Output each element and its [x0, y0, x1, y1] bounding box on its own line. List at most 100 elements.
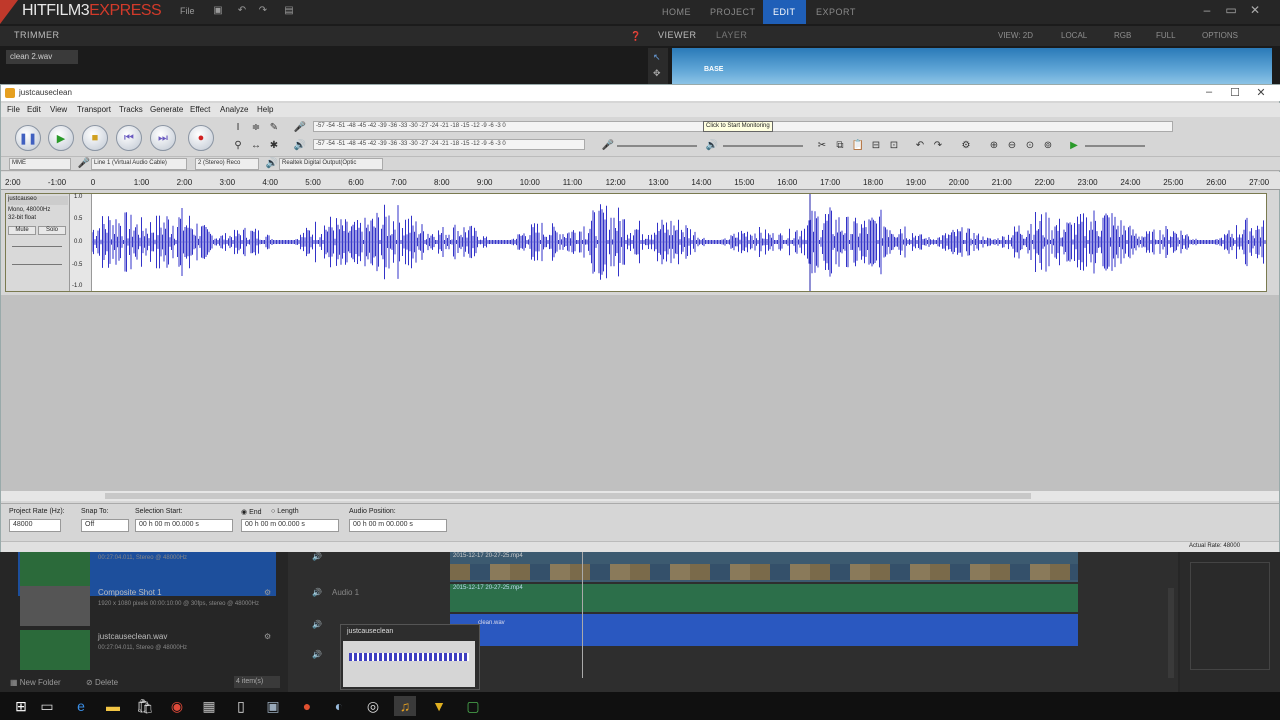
pan-slider[interactable] [12, 264, 62, 265]
host-select[interactable]: MME [9, 158, 71, 170]
app-icon[interactable]: ▣ [262, 696, 284, 716]
silence-icon[interactable]: ⊡ [887, 139, 901, 153]
file-explorer-icon[interactable]: ▬ [102, 696, 124, 716]
close-icon[interactable]: ✕ [1249, 86, 1273, 100]
recording-channels-select[interactable]: 2 (Stereo) Reco [195, 158, 259, 170]
close-icon[interactable]: ✕ [1246, 3, 1264, 19]
snap-to-select[interactable]: Off [81, 519, 129, 532]
selection-tool-icon[interactable]: I [231, 121, 245, 135]
tab-trimmer[interactable]: TRIMMER [14, 30, 60, 40]
settings-icon[interactable]: ⚙ [264, 632, 271, 641]
nav-home[interactable]: HOME [652, 0, 701, 24]
delete-button[interactable]: ⊘ Delete [86, 678, 118, 687]
tab-layer[interactable]: LAYER [716, 30, 747, 40]
playback-volume-slider[interactable] [723, 145, 803, 147]
menu-analyze[interactable]: Analyze [220, 105, 248, 114]
solo-button[interactable]: Solo [38, 226, 66, 235]
nav-edit[interactable]: EDIT [763, 0, 806, 24]
cut-icon[interactable]: ✂ [815, 139, 829, 153]
channel-select[interactable]: RGB [1114, 31, 1131, 40]
project-rate-select[interactable]: 48000 [9, 519, 61, 532]
media-item[interactable]: justcauseclean.wav 00:27:04.011, Stereo … [18, 628, 276, 672]
play-button[interactable]: ▶ [48, 125, 74, 151]
end-radio[interactable]: ◉ End [241, 508, 262, 516]
select-tool-icon[interactable]: ↖ [653, 52, 661, 63]
menu-tracks[interactable]: Tracks [119, 105, 143, 114]
draw-tool-icon[interactable]: ✎ [267, 121, 281, 135]
audio-icon[interactable]: 🔊 [312, 620, 322, 629]
sync-lock-icon[interactable]: ⚙ [959, 139, 973, 153]
taskbar-thumbnail-preview[interactable]: justcauseclean [340, 624, 480, 690]
start-icon[interactable]: ⊞ [10, 696, 32, 716]
nav-project[interactable]: PROJECT [700, 0, 766, 24]
menu-effect[interactable]: Effect [190, 105, 210, 114]
waveform[interactable] [92, 194, 1266, 291]
skip-end-button[interactable]: ⏭ [150, 125, 176, 151]
audio-icon[interactable]: 🔊 [312, 588, 322, 597]
record-app-icon[interactable]: ● [296, 696, 318, 716]
playback-device-select[interactable]: Realtek Digital Output(Optic [279, 158, 383, 170]
skip-start-button[interactable]: ⏮ [116, 125, 142, 151]
menu-file[interactable]: File [7, 105, 20, 114]
playback-meter[interactable]: -57 -54 -51 -48 -45 -42 -39 -36 -33 -30 … [313, 139, 585, 150]
fit-project-icon[interactable]: ⊚ [1041, 139, 1055, 153]
options-select[interactable]: OPTIONS [1202, 31, 1238, 40]
file-menu[interactable]: File [180, 6, 195, 16]
app-icon[interactable]: ▦ [198, 696, 220, 716]
record-button[interactable]: ● [188, 125, 214, 151]
notepad-icon[interactable]: ▯ [230, 696, 252, 716]
layout-icon[interactable]: ▤ [283, 5, 295, 17]
media-item[interactable]: Composite Shot 1 1920 x 1080 pixels 00:0… [18, 584, 276, 628]
audio-clip-clean[interactable]: clean.wav [450, 614, 1078, 646]
store-icon[interactable]: 🛍 [134, 696, 156, 716]
obs-icon[interactable]: ◎ [362, 696, 384, 716]
trimmer-file-label[interactable]: clean 2.wav [6, 50, 78, 64]
redo-icon[interactable]: ↷ [931, 139, 945, 153]
playhead[interactable] [582, 552, 583, 678]
maximize-icon[interactable]: ▭ [1222, 3, 1240, 19]
audio-icon[interactable]: 🔊 [312, 552, 322, 561]
record-meter-icon[interactable]: 🎤 [293, 121, 307, 135]
mute-button[interactable]: Mute [8, 226, 36, 235]
zoom-out-icon[interactable]: ⊖ [1005, 139, 1019, 153]
steam-icon[interactable]: ◐ [328, 696, 350, 716]
recording-device-select[interactable]: Line 1 (Virtual Audio Cable) [91, 158, 187, 170]
audio-clip[interactable]: 2015-12-17 20-27-25.mp4 [450, 584, 1078, 612]
app-icon[interactable]: ▼ [428, 696, 450, 716]
track-name-button[interactable]: justcauseo [8, 196, 68, 205]
audacity-taskbar-icon[interactable]: ♫ [394, 696, 416, 716]
timeline-ruler[interactable]: 2:00 -1:00 0 1:00 2:00 3:00 4:00 5:00 6:00 7:00 8:… [1, 172, 1280, 190]
stop-button[interactable]: ■ [82, 125, 108, 151]
timeshift-tool-icon[interactable]: ↔ [249, 139, 263, 153]
playback-meter-icon[interactable]: 🔊 [293, 139, 307, 153]
timeline-scrollbar[interactable] [1168, 588, 1174, 678]
view-mode-select[interactable]: VIEW: 2D [998, 31, 1033, 40]
audio-icon[interactable]: 🔊 [312, 650, 322, 659]
multi-tool-icon[interactable]: ✱ [267, 139, 281, 153]
selection-start-field[interactable]: 00 h 00 m 00.000 s [135, 519, 233, 532]
pan-tool-icon[interactable]: ✥ [653, 68, 661, 79]
play-speed-slider[interactable] [1085, 145, 1145, 147]
menu-transport[interactable]: Transport [77, 105, 111, 114]
maximize-icon[interactable]: ☐ [1223, 86, 1247, 100]
new-folder-button[interactable]: ▦ New Folder [10, 678, 61, 687]
task-view-icon[interactable]: ▭ [36, 696, 58, 716]
record-volume-slider[interactable] [617, 145, 697, 147]
minimize-icon[interactable]: – [1197, 86, 1221, 100]
selection-end-field[interactable]: 00 h 00 m 00.000 s [241, 519, 339, 532]
pause-button[interactable]: ❚❚ [15, 125, 41, 151]
fit-selection-icon[interactable]: ⊙ [1023, 139, 1037, 153]
empty-track-area[interactable] [1, 295, 1279, 491]
copy-icon[interactable]: ⧉ [833, 139, 847, 153]
help-icon[interactable]: ❓ [630, 31, 641, 42]
edge-icon[interactable]: e [70, 696, 92, 716]
redo-icon[interactable]: ↷ [257, 5, 269, 17]
minimize-icon[interactable]: – [1198, 3, 1216, 19]
menu-generate[interactable]: Generate [150, 105, 183, 114]
undo-icon[interactable]: ↶ [913, 139, 927, 153]
zoom-in-icon[interactable]: ⊕ [987, 139, 1001, 153]
chrome-icon[interactable]: ◉ [166, 696, 188, 716]
gain-slider[interactable] [12, 246, 62, 247]
paste-icon[interactable]: 📋 [851, 139, 865, 153]
length-radio[interactable]: ○ Length [271, 508, 299, 515]
